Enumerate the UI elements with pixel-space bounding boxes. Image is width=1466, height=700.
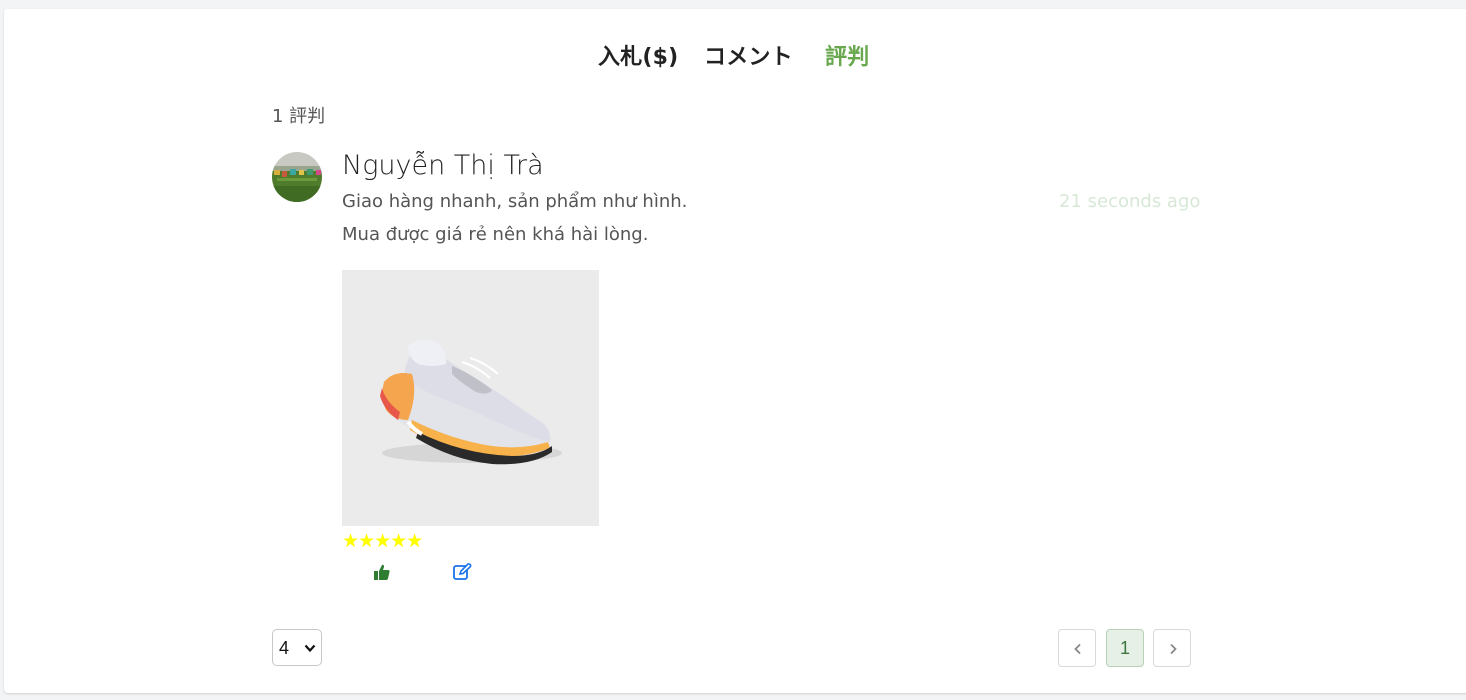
thumbs-up-icon[interactable] [373,563,393,583]
tab-bar: 入札($) コメント 評判 [4,33,1466,73]
review-text-line-1: Giao hàng nhanh, sản phẩm như hình. [342,191,688,212]
pagination-page-current[interactable]: 1 [1106,629,1144,667]
tab-bid[interactable]: 入札($) [598,39,678,71]
tab-comment[interactable]: コメント [704,39,793,71]
review-count: 1 評判 [272,106,326,127]
avatar [272,152,322,202]
per-page-select[interactable]: 4 [272,629,322,666]
reviewer-name: Nguyễn Thị Trà [342,150,544,181]
review-photo[interactable] [342,270,599,526]
pagination-next-button[interactable] [1153,629,1191,667]
tab-review[interactable]: 評判 [825,39,869,71]
per-page-value: 4 [279,638,290,658]
pagination-prev-button[interactable] [1058,629,1096,667]
edit-icon[interactable] [452,562,474,584]
shoe-image [342,270,599,526]
review-text-line-2: Mua được giá rẻ nên khá hài lòng. [342,224,649,245]
review-panel: 入札($) コメント 評判 1 評判 Nguyễn Thị Trà Giao h… [4,9,1466,693]
chevron-left-icon [1074,643,1081,655]
chevron-down-icon [304,644,316,653]
chevron-right-icon [1170,643,1177,655]
rating-stars: ★★★★★ [342,530,423,552]
review-time: 21 seconds ago [1059,191,1201,212]
